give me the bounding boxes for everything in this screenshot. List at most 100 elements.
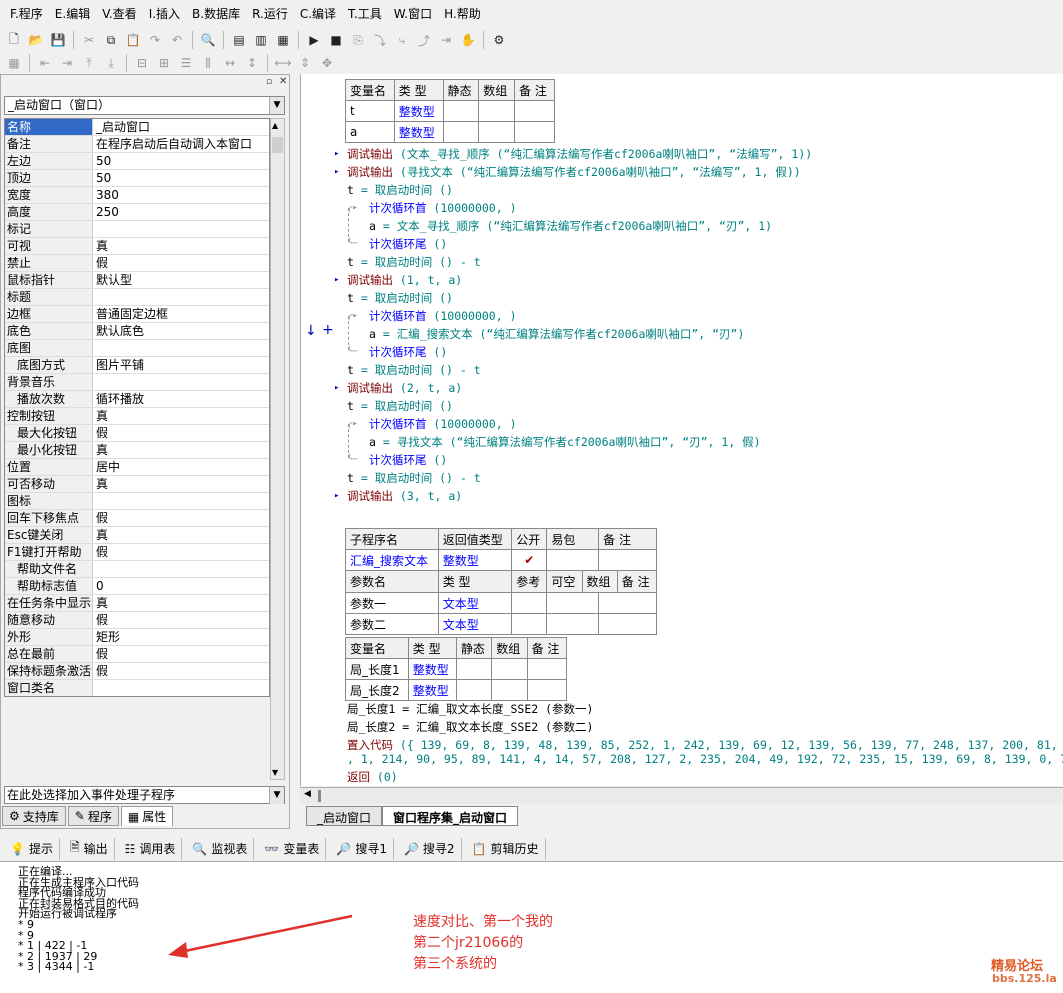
- property-value[interactable]: 真: [93, 238, 269, 254]
- tab-search1[interactable]: 🔎 搜寻1: [330, 837, 394, 860]
- down-arrow-icon[interactable]: ↓: [305, 323, 317, 339]
- property-row[interactable]: 图标: [5, 493, 269, 510]
- property-value[interactable]: 250: [93, 204, 269, 220]
- step-out-icon[interactable]: ⤴: [414, 30, 434, 50]
- property-value[interactable]: 真: [93, 442, 269, 458]
- property-row[interactable]: 底色 默认底色: [5, 323, 269, 340]
- space-v-icon[interactable]: ☰: [176, 53, 196, 73]
- code-line[interactable]: a = 汇编_搜索文本 (“纯汇编算法编写作者cf2006a喇叭袖口”, “刃”…: [369, 326, 744, 342]
- tab-properties[interactable]: ▦ 属性: [120, 806, 174, 826]
- code-line[interactable]: t = 取启动时间 () - t: [347, 470, 481, 486]
- menu-item[interactable]: E.编辑: [49, 0, 96, 28]
- tab-clip-history[interactable]: 📋 剪辑历史: [466, 837, 546, 860]
- code-line[interactable]: a = 寻找文本 (“纯汇编算法编写作者cf2006a喇叭袖口”, “刃”, 1…: [369, 434, 761, 450]
- property-row[interactable]: 左边 50: [5, 153, 269, 170]
- table-row[interactable]: 参数一 文本型: [345, 592, 657, 614]
- object-selector[interactable]: _启动窗口（窗口） ▼: [4, 96, 285, 115]
- resize-v-icon[interactable]: ⇕: [295, 53, 315, 73]
- event-selector[interactable]: 在此处选择加入事件处理子程序 ▼: [4, 786, 285, 804]
- find-icon[interactable]: 🔍: [198, 30, 218, 50]
- code-line[interactable]: ╰╌ 计次循环尾 (): [347, 344, 447, 360]
- property-row[interactable]: 标记: [5, 221, 269, 238]
- menu-item[interactable]: V.查看: [96, 0, 142, 28]
- tab-output[interactable]: 🗎 输出: [64, 837, 115, 860]
- property-row[interactable]: 播放次数 循环播放: [5, 391, 269, 408]
- property-row[interactable]: 宽度 380: [5, 187, 269, 204]
- property-row[interactable]: 背景音乐: [5, 374, 269, 391]
- width-equal-icon[interactable]: ↔: [220, 53, 240, 73]
- tools-icon[interactable]: ⚙: [489, 30, 509, 50]
- tab-variables[interactable]: 👓 变量表: [258, 837, 327, 860]
- menu-item[interactable]: R.运行: [246, 0, 294, 28]
- property-row[interactable]: 帮助标志值 0: [5, 578, 269, 595]
- save-icon[interactable]: 💾: [48, 30, 68, 50]
- property-row[interactable]: 高度 250: [5, 204, 269, 221]
- property-value[interactable]: 真: [93, 476, 269, 492]
- code-line[interactable]: 局_长度2 = 汇编_取文本长度_SSE2 (参数二): [347, 719, 593, 735]
- property-value[interactable]: 0: [93, 578, 269, 594]
- table-row[interactable]: 局_长度2 整数型: [345, 679, 568, 701]
- hand-icon[interactable]: ✋: [458, 30, 478, 50]
- code-line[interactable]: ╰╌ 计次循环尾 (): [347, 236, 447, 252]
- table-row[interactable]: 参数二 文本型: [345, 613, 657, 635]
- property-value[interactable]: 默认底色: [93, 323, 269, 339]
- output-panel[interactable]: 正在编译... 正在生成主程序入口代码 程序代码编译成功 正在封装易格式目的代码 开始运…: [0, 862, 1063, 993]
- code-line[interactable]: ▸ 调试输出 (3, t, a): [334, 488, 462, 504]
- property-row[interactable]: 窗口类名: [5, 680, 269, 696]
- tab-program[interactable]: ✎ 程序: [67, 806, 119, 826]
- code-line[interactable]: ▸ 调试输出 (1, t, a): [334, 272, 462, 288]
- code-line[interactable]: ╭▸ 计次循环首 (10000000, ): [347, 200, 517, 216]
- property-value[interactable]: 居中: [93, 459, 269, 475]
- property-row[interactable]: 备注 在程序启动后自动调入本窗口: [5, 136, 269, 153]
- code-line[interactable]: t = 取启动时间 () - t: [347, 362, 481, 378]
- property-value[interactable]: [93, 561, 269, 577]
- copy-icon[interactable]: ⧉: [101, 30, 121, 50]
- property-value[interactable]: 真: [93, 595, 269, 611]
- cut-icon[interactable]: ✂: [79, 30, 99, 50]
- property-value[interactable]: 真: [93, 408, 269, 424]
- layout-panel-icon[interactable]: ▤: [229, 30, 249, 50]
- property-value[interactable]: 循环播放: [93, 391, 269, 407]
- code-line[interactable]: a = 文本_寻找_顺序 (“纯汇编算法编写作者cf2006a喇叭袖口”, “刃…: [369, 218, 772, 234]
- scroll-left-icon[interactable]: ◀: [304, 789, 311, 799]
- property-row[interactable]: 底图: [5, 340, 269, 357]
- property-value[interactable]: 假: [93, 612, 269, 628]
- property-row[interactable]: 位置 居中: [5, 459, 269, 476]
- space-h-icon[interactable]: ⫼: [198, 53, 218, 73]
- property-row[interactable]: Esc键关闭真: [5, 527, 269, 544]
- property-value[interactable]: 假: [93, 510, 269, 526]
- public-check[interactable]: ✔: [511, 549, 548, 571]
- property-value[interactable]: 在程序启动后自动调入本窗口: [93, 136, 269, 152]
- center-h-icon[interactable]: ⊟: [132, 53, 152, 73]
- panel-close-icon[interactable]: ✕: [279, 76, 287, 87]
- editor-hscrollbar[interactable]: ◀: [300, 787, 1063, 804]
- stop-icon[interactable]: ■: [326, 30, 346, 50]
- property-value[interactable]: [93, 680, 269, 696]
- new-file-icon[interactable]: 🗋: [4, 30, 24, 50]
- scroll-thumb[interactable]: [318, 790, 321, 802]
- align-bottom-icon[interactable]: ⤓: [101, 53, 121, 73]
- breakpoint-marker-icon[interactable]: ▸: [334, 380, 339, 396]
- plus-icon[interactable]: +: [322, 322, 334, 338]
- property-row[interactable]: 禁止假: [5, 255, 269, 272]
- panel-pin-icon[interactable]: ▫: [266, 77, 272, 87]
- breakpoint-marker-icon[interactable]: ▸: [334, 164, 339, 180]
- chevron-down-icon[interactable]: ▼: [269, 787, 284, 804]
- breakpoint-marker-icon[interactable]: ▸: [334, 146, 339, 162]
- layout-grid-icon[interactable]: ▦: [273, 30, 293, 50]
- property-value[interactable]: 真: [93, 527, 269, 543]
- step-over-icon[interactable]: ⤷: [392, 30, 412, 50]
- code-line[interactable]: ▸ 调试输出 (文本_寻找_顺序 (“纯汇编算法编写作者cf2006a喇叭袖口”,…: [334, 146, 812, 162]
- resize-h-icon[interactable]: ⟷: [273, 53, 293, 73]
- property-scrollbar[interactable]: ▲ ▼: [270, 118, 285, 780]
- code-line[interactable]: ╭▸ 计次循环首 (10000000, ): [347, 416, 517, 432]
- code-line[interactable]: t = 取启动时间 () - t: [347, 254, 481, 270]
- height-equal-icon[interactable]: ↕: [242, 53, 262, 73]
- align-top-icon[interactable]: ⤒: [79, 53, 99, 73]
- property-value[interactable]: [93, 340, 269, 356]
- property-value[interactable]: 矩形: [93, 629, 269, 645]
- property-value[interactable]: 380: [93, 187, 269, 203]
- property-value[interactable]: 50: [93, 153, 269, 169]
- resize-both-icon[interactable]: ✥: [317, 53, 337, 73]
- tab-watch[interactable]: 🔍 监视表: [186, 837, 255, 860]
